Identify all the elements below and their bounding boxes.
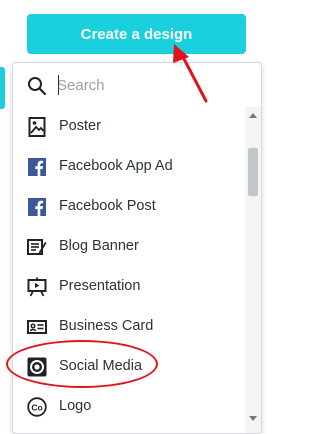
blog-banner-icon (27, 237, 47, 257)
svg-text:Co: Co (31, 403, 42, 413)
search-input[interactable] (57, 74, 217, 96)
list-item-logo[interactable]: Co Logo (13, 387, 245, 427)
facebook-icon (27, 157, 47, 177)
list-item-social-media[interactable]: Social Media (13, 347, 245, 387)
search-row (13, 63, 261, 107)
facebook-icon (27, 197, 47, 217)
social-media-icon (27, 357, 47, 377)
list-item-label: Presentation (59, 278, 141, 294)
logo-icon: Co (27, 397, 47, 417)
list-item-label: Business Card (59, 318, 154, 334)
scroll-down-arrow-icon[interactable] (249, 416, 257, 421)
sidebar-tab-edge[interactable] (0, 67, 5, 109)
scrollbar-thumb[interactable] (248, 148, 258, 196)
list-item-label: Facebook App Ad (59, 158, 173, 174)
list-item-blog-banner[interactable]: Blog Banner (13, 227, 245, 267)
list-item-presentation[interactable]: Presentation (13, 267, 245, 307)
create-design-button[interactable]: Create a design (27, 14, 246, 54)
list-item-facebook-post[interactable]: Facebook Post (13, 187, 245, 227)
list-item-label: Facebook Post (59, 198, 156, 214)
dropdown-scrollbar[interactable] (245, 107, 261, 433)
design-type-dropdown: Poster Facebook App Ad Facebook Post (12, 62, 262, 434)
list-item-label: Blog Banner (59, 238, 139, 254)
list-item-business-card[interactable]: Business Card (13, 307, 245, 347)
scroll-up-arrow-icon[interactable] (249, 113, 257, 118)
text-caret (58, 75, 59, 95)
list-item-facebook-app-ad[interactable]: Facebook App Ad (13, 147, 245, 187)
list-item-label: Poster (59, 118, 101, 134)
poster-icon (27, 117, 47, 137)
list-item-label: Logo (59, 398, 92, 414)
presentation-icon (27, 277, 47, 297)
search-icon (27, 76, 47, 96)
business-card-icon (27, 317, 47, 337)
list-item-label: Social Media (59, 358, 143, 374)
list-item-poster[interactable]: Poster (13, 107, 245, 147)
